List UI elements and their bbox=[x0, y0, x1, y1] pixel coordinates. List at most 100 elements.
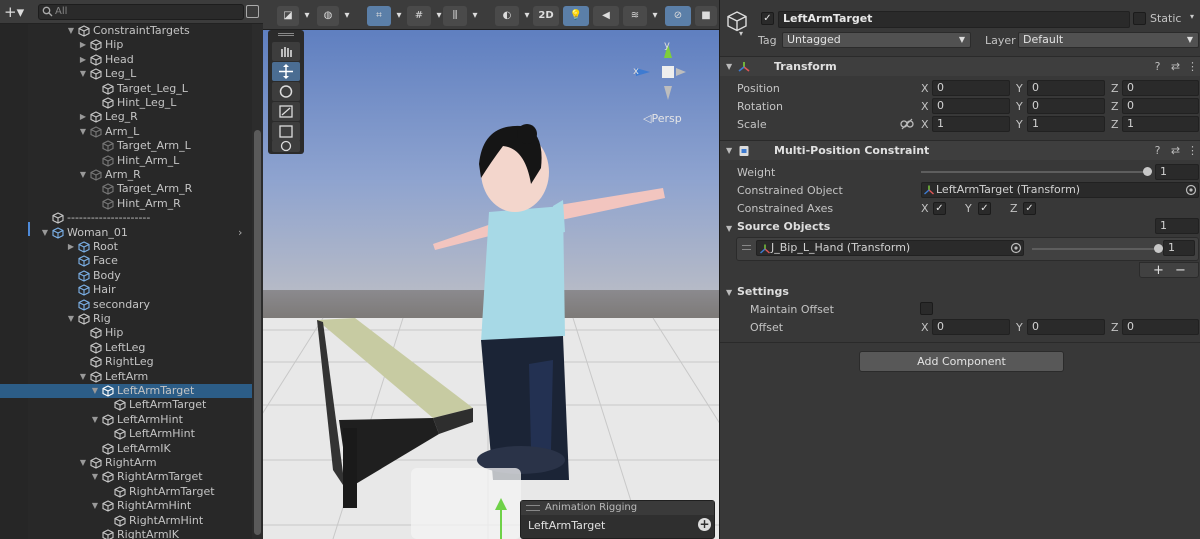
constrained-object-field[interactable]: LeftArmTarget (Transform) bbox=[921, 182, 1199, 198]
hierarchy-row[interactable]: ▼ RightArmHint bbox=[0, 499, 252, 513]
hierarchy-row[interactable]: LeftArmIK bbox=[0, 442, 252, 456]
hierarchy-row[interactable]: RightArmIK bbox=[0, 528, 252, 539]
axis-x-checkbox[interactable]: ✓ bbox=[933, 202, 946, 215]
hierarchy-row[interactable]: ▼ RightArmTarget bbox=[0, 470, 252, 484]
collapsed-arrow-icon[interactable]: ▶ bbox=[66, 240, 76, 254]
source-weight-handle[interactable] bbox=[1153, 244, 1163, 253]
chevron-down-icon[interactable]: ▾ bbox=[469, 6, 481, 26]
scale-x-field[interactable]: 1 bbox=[932, 116, 1010, 132]
hierarchy-row[interactable]: RightArmHint bbox=[0, 514, 252, 528]
move-gizmo-y-axis[interactable] bbox=[493, 498, 509, 539]
hierarchy-row[interactable]: Body bbox=[0, 269, 252, 283]
expanded-arrow-icon[interactable]: ▼ bbox=[78, 67, 88, 81]
source-count-field[interactable]: 1 bbox=[1155, 218, 1199, 234]
move-tool-icon[interactable] bbox=[272, 62, 300, 81]
expanded-arrow-icon[interactable]: ▼ bbox=[90, 413, 100, 427]
help-icon[interactable]: ? bbox=[1152, 145, 1163, 156]
palette-grip[interactable] bbox=[278, 33, 294, 36]
hierarchy-row[interactable]: ▶ Head bbox=[0, 53, 252, 67]
expanded-arrow-icon[interactable]: ▼ bbox=[90, 384, 100, 398]
remove-source-button[interactable]: − bbox=[1175, 263, 1186, 278]
hierarchy-row[interactable]: Target_Leg_L bbox=[0, 82, 252, 96]
hierarchy-row[interactable]: Hip bbox=[0, 326, 252, 340]
axis-z-checkbox[interactable]: ✓ bbox=[1023, 202, 1036, 215]
active-checkbox[interactable]: ✓ bbox=[761, 12, 774, 25]
hierarchy-row[interactable]: LeftArmTarget bbox=[0, 398, 252, 412]
scale-y-field[interactable]: 1 bbox=[1027, 116, 1105, 132]
expanded-arrow-icon[interactable]: ▼ bbox=[78, 125, 88, 139]
rotation-z-field[interactable]: 0 bbox=[1122, 98, 1199, 114]
weight-slider-handle[interactable] bbox=[1142, 167, 1152, 176]
hierarchy-search-input[interactable]: All bbox=[38, 4, 244, 20]
shading-mode-button[interactable]: ◐ bbox=[495, 6, 519, 26]
source-object-field[interactable]: J_Bip_L_Hand (Transform) bbox=[756, 240, 1024, 256]
hierarchy-row[interactable]: LeftLeg bbox=[0, 341, 252, 355]
static-checkbox[interactable] bbox=[1133, 12, 1146, 25]
mode-2d-toggle[interactable]: 2D bbox=[533, 6, 559, 26]
offset-x-field[interactable]: 0 bbox=[932, 319, 1010, 335]
globe-icon[interactable]: ◍ bbox=[317, 6, 339, 26]
overlay-grip[interactable] bbox=[526, 505, 540, 511]
rect-tool-icon[interactable] bbox=[272, 122, 300, 141]
position-x-field[interactable]: 0 bbox=[932, 80, 1010, 96]
object-picker-icon[interactable] bbox=[1010, 242, 1022, 254]
more-options-icon[interactable]: ⋮ bbox=[1187, 145, 1198, 156]
transform-tool-icon[interactable] bbox=[272, 140, 300, 152]
grid-snap-button[interactable]: # bbox=[407, 6, 431, 26]
scene-view[interactable]: ◪ ▾ ◍ ▾ ⌗ ▾ # ▾ ⫼ ▾ ◐ ▾ 2D 💡 ◀ ≋ ▾ ⊘ ■ y bbox=[263, 0, 719, 539]
lighting-icon[interactable]: 💡 bbox=[563, 6, 589, 26]
rotation-x-field[interactable]: 0 bbox=[932, 98, 1010, 114]
source-weight-slider[interactable] bbox=[1032, 248, 1158, 250]
hierarchy-row[interactable]: ▶ Hip bbox=[0, 38, 252, 52]
collapsed-arrow-icon[interactable]: ▶ bbox=[78, 53, 88, 67]
foldout-arrow-icon[interactable]: ▼ bbox=[726, 224, 732, 233]
foldout-arrow-icon[interactable]: ▼ bbox=[726, 288, 732, 297]
drag-handle-icon[interactable] bbox=[742, 245, 751, 250]
scale-z-field[interactable]: 1 bbox=[1122, 116, 1199, 132]
hierarchy-row[interactable]: Target_Arm_R bbox=[0, 182, 252, 196]
expanded-arrow-icon[interactable]: ▼ bbox=[78, 168, 88, 182]
hidden-objects-icon[interactable]: ⊘ bbox=[665, 6, 691, 26]
chevron-right-icon[interactable]: › bbox=[238, 226, 242, 240]
audio-icon[interactable]: ◀ bbox=[593, 6, 619, 26]
expanded-arrow-icon[interactable]: ▼ bbox=[90, 499, 100, 513]
expanded-arrow-icon[interactable]: ▼ bbox=[78, 456, 88, 470]
axis-y-checkbox[interactable]: ✓ bbox=[978, 202, 991, 215]
hierarchy-row[interactable]: ▼ LeftArmHint bbox=[0, 413, 252, 427]
hierarchy-row[interactable]: ▼ Arm_R bbox=[0, 168, 252, 182]
hierarchy-row[interactable]: Face bbox=[0, 254, 252, 268]
more-options-icon[interactable]: ⋮ bbox=[1187, 61, 1198, 72]
collapsed-arrow-icon[interactable]: ▶ bbox=[78, 110, 88, 124]
increment-snap-button[interactable]: ⫼ bbox=[443, 6, 467, 26]
tag-dropdown[interactable]: Untagged ▼ bbox=[782, 32, 971, 48]
scale-tool-icon[interactable] bbox=[272, 102, 300, 121]
offset-y-field[interactable]: 0 bbox=[1027, 319, 1105, 335]
chevron-down-icon[interactable]: ▾ bbox=[649, 6, 661, 26]
add-icon[interactable]: + bbox=[698, 518, 711, 531]
weight-field[interactable]: 1 bbox=[1155, 164, 1199, 180]
maintain-offset-checkbox[interactable] bbox=[920, 302, 933, 315]
link-icon[interactable] bbox=[900, 118, 914, 130]
chevron-down-icon[interactable]: ▾ bbox=[341, 6, 353, 26]
hierarchy-row[interactable]: --------------------- bbox=[0, 211, 252, 225]
chevron-down-icon[interactable]: ▾ bbox=[393, 6, 405, 26]
expanded-arrow-icon[interactable]: ▼ bbox=[66, 24, 76, 38]
hierarchy-row[interactable]: ▶ Root bbox=[0, 240, 252, 254]
layer-dropdown[interactable]: Default ▼ bbox=[1018, 32, 1199, 48]
position-z-field[interactable]: 0 bbox=[1122, 80, 1199, 96]
preset-icon[interactable]: ⇄ bbox=[1170, 145, 1181, 156]
chevron-down-icon[interactable]: ▾ bbox=[301, 6, 313, 26]
chevron-down-icon[interactable]: ▾ bbox=[521, 6, 533, 26]
add-object-button[interactable]: +▾ bbox=[4, 3, 32, 21]
rotate-tool-icon[interactable] bbox=[272, 82, 300, 101]
hierarchy-row[interactable]: ▼ Rig bbox=[0, 312, 252, 326]
hierarchy-row[interactable]: Hint_Leg_L bbox=[0, 96, 252, 110]
overlay-title[interactable]: Animation Rigging bbox=[521, 501, 714, 515]
hierarchy-row[interactable]: ▼ LeftArmTarget bbox=[0, 384, 252, 398]
hierarchy-row[interactable]: ▼ RightArm bbox=[0, 456, 252, 470]
object-name-field[interactable]: LeftArmTarget bbox=[778, 11, 1130, 28]
hierarchy-row[interactable]: LeftArmHint bbox=[0, 427, 252, 441]
hierarchy-scroll-thumb[interactable] bbox=[254, 130, 261, 535]
expanded-arrow-icon[interactable]: ▼ bbox=[90, 470, 100, 484]
chevron-down-icon[interactable]: ▾ bbox=[1190, 12, 1194, 21]
